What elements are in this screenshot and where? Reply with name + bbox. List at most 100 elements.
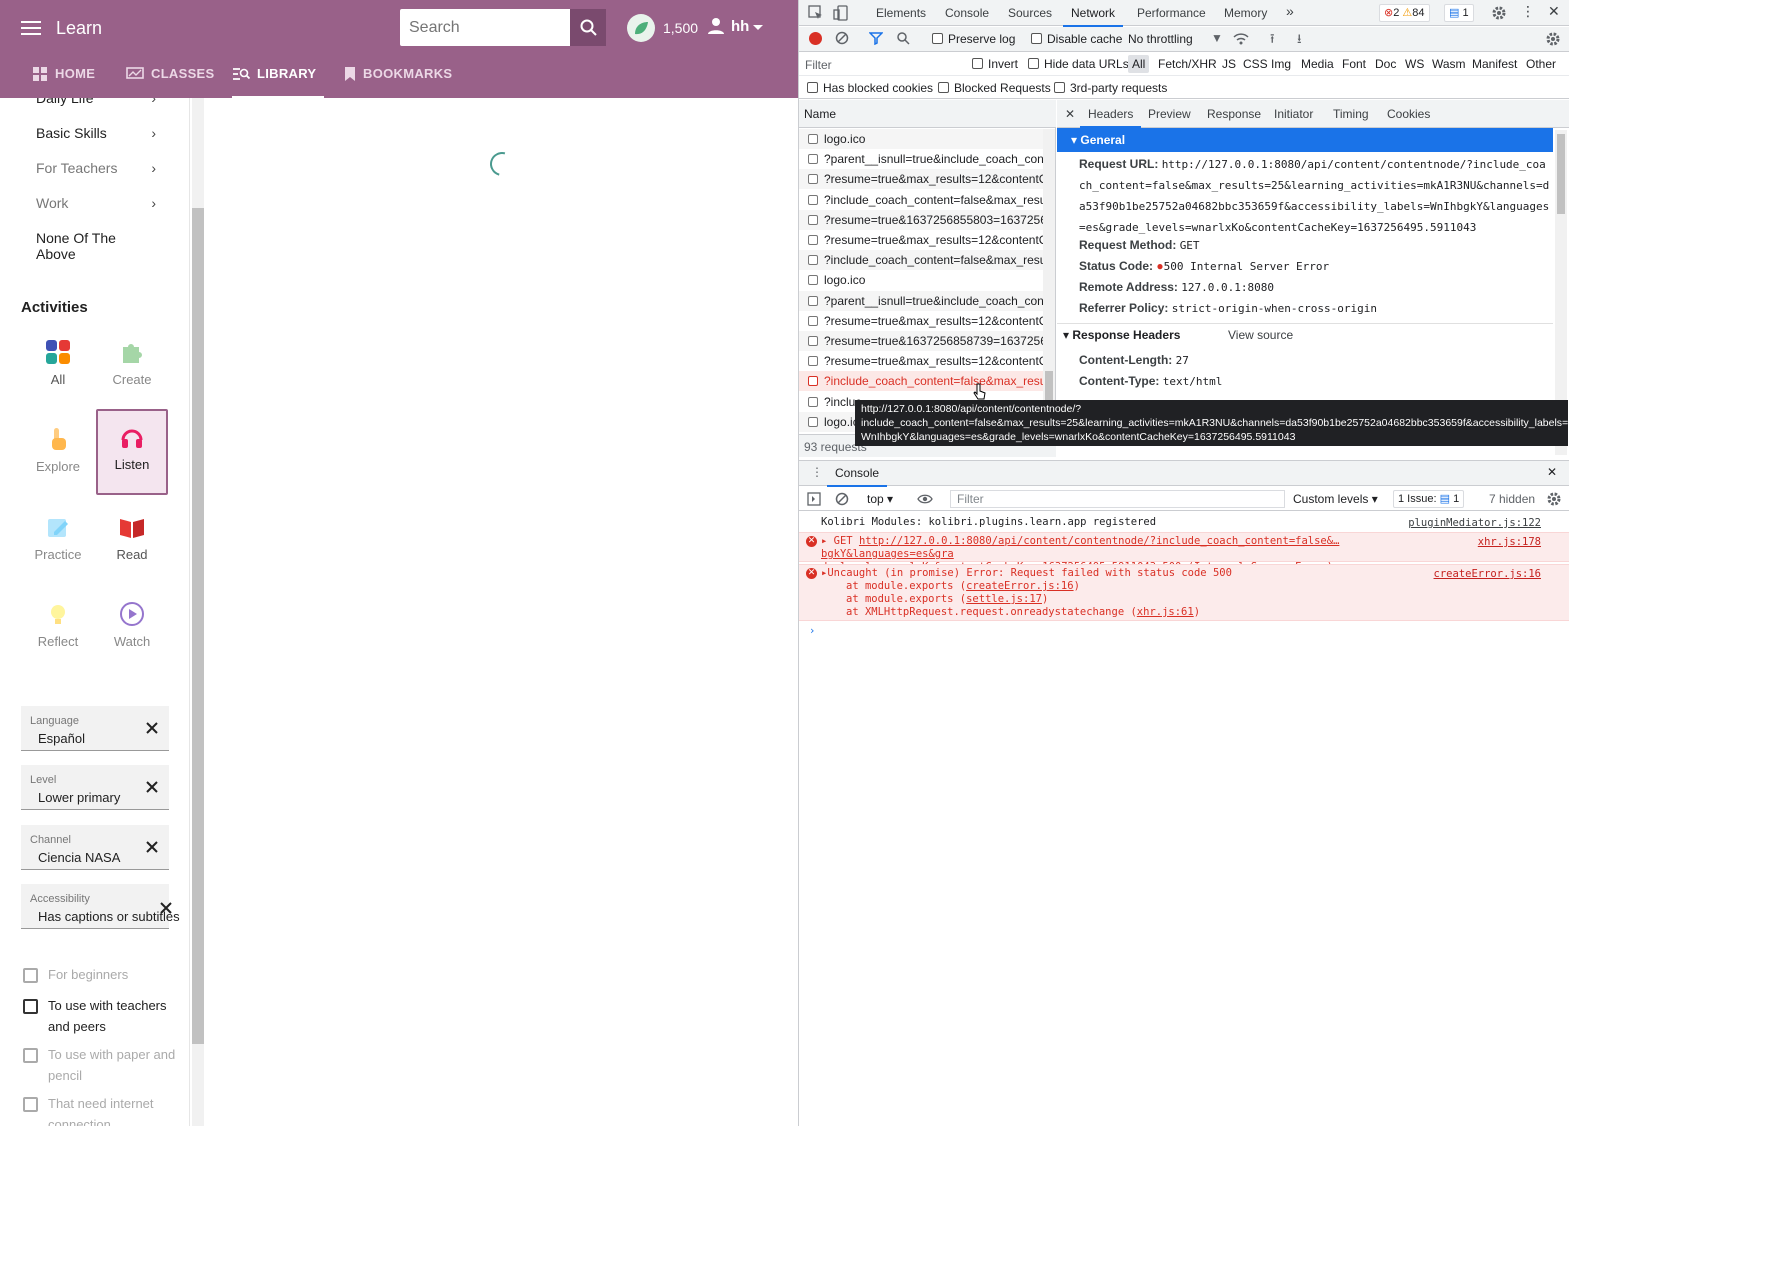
request-row[interactable]: ?resume=true&1637256858739=1637256... bbox=[799, 331, 1043, 351]
request-row-checkbox[interactable] bbox=[808, 376, 818, 387]
console-context-select[interactable]: top ▾ bbox=[867, 492, 893, 506]
activity-watch[interactable]: Watch bbox=[96, 588, 168, 674]
request-row[interactable]: ?resume=true&1637256855803=1637256... bbox=[799, 209, 1043, 230]
request-row-checkbox[interactable] bbox=[808, 134, 818, 144]
request-url-link[interactable]: http://127.0.0.1:8080/api/content/conten… bbox=[821, 535, 1339, 560]
more-tabs-icon[interactable]: » bbox=[1286, 3, 1294, 19]
close-devtools-icon[interactable]: ✕ bbox=[1548, 3, 1560, 20]
request-row[interactable]: ?resume=true&max_results=12&contentC... bbox=[799, 169, 1043, 190]
request-row-checkbox[interactable] bbox=[808, 416, 818, 427]
sidebar-scrollbar[interactable] bbox=[192, 98, 204, 1126]
language-filter[interactable]: Language Español bbox=[21, 706, 169, 751]
tab-initiator[interactable]: Initiator bbox=[1274, 107, 1313, 121]
clear-level-icon[interactable] bbox=[145, 780, 159, 794]
close-drawer-icon[interactable]: ✕ bbox=[1547, 465, 1557, 479]
category-basic-skills[interactable]: Basic Skills › bbox=[36, 125, 156, 141]
search-input[interactable] bbox=[400, 9, 570, 46]
hide-data-urls-checkbox[interactable] bbox=[1028, 58, 1039, 69]
clear-channel-icon[interactable] bbox=[145, 840, 159, 854]
activity-practice[interactable]: Practice bbox=[22, 501, 94, 587]
type-filter-doc[interactable]: Doc bbox=[1375, 57, 1396, 71]
tab-preview[interactable]: Preview bbox=[1148, 107, 1191, 121]
tab-headers[interactable]: Headers bbox=[1079, 107, 1142, 128]
type-filter-media[interactable]: Media bbox=[1301, 57, 1334, 71]
request-row[interactable]: ?resume=true&max_results=12&contentC... bbox=[799, 311, 1043, 331]
log-source-link[interactable]: xhr.js:178 bbox=[1478, 536, 1541, 549]
request-row-checkbox[interactable] bbox=[808, 255, 818, 266]
console-prompt[interactable]: › bbox=[799, 623, 1569, 639]
request-row-checkbox[interactable] bbox=[808, 396, 818, 407]
checkbox-for-beginners[interactable] bbox=[23, 968, 38, 983]
console-issues-badge[interactable]: 1 Issue: ▤ 1 bbox=[1393, 490, 1465, 508]
close-detail-icon[interactable]: ✕ bbox=[1065, 107, 1075, 121]
custom-levels-select[interactable]: Custom levels ▾ bbox=[1293, 492, 1378, 506]
request-row[interactable]: ?include_coach_content=false&max_result.… bbox=[799, 190, 1043, 210]
clear-language-icon[interactable] bbox=[145, 721, 159, 735]
view-source-link[interactable]: View source bbox=[1228, 328, 1293, 342]
clear-icon[interactable] bbox=[835, 31, 849, 45]
request-row[interactable]: ?resume=true&max_results=12&contentC... bbox=[799, 351, 1043, 371]
throttling-select[interactable]: No throttling bbox=[1128, 32, 1193, 46]
clear-console-icon[interactable] bbox=[835, 492, 849, 506]
tab-sources[interactable]: Sources bbox=[1008, 6, 1052, 20]
name-column-header[interactable]: Name bbox=[799, 100, 1056, 128]
request-row-checkbox[interactable] bbox=[808, 214, 818, 225]
tab-cookies[interactable]: Cookies bbox=[1387, 107, 1430, 121]
record-icon[interactable] bbox=[809, 32, 822, 45]
type-filter-other[interactable]: Other bbox=[1526, 57, 1556, 71]
console-filter-input[interactable]: Filter bbox=[950, 490, 1285, 508]
kebab-menu-icon[interactable]: ⋮ bbox=[1521, 3, 1535, 20]
type-filter-js[interactable]: JS bbox=[1222, 57, 1236, 71]
request-row[interactable]: logo.ico bbox=[799, 270, 1043, 290]
request-row-checkbox[interactable] bbox=[808, 295, 818, 306]
console-settings-icon[interactable] bbox=[1546, 491, 1562, 507]
checkbox-paper-and-pencil[interactable] bbox=[23, 1048, 38, 1063]
request-row-checkbox[interactable] bbox=[808, 154, 818, 165]
request-row[interactable]: ?resume=true&max_results=12&contentC... bbox=[799, 230, 1043, 250]
detail-scrollbar-thumb[interactable] bbox=[1557, 134, 1565, 214]
tab-elements[interactable]: Elements bbox=[876, 6, 926, 20]
log-source-link[interactable]: pluginMediator.js:122 bbox=[1408, 517, 1541, 530]
type-filter-manifest[interactable]: Manifest bbox=[1472, 57, 1517, 71]
request-row-checkbox[interactable] bbox=[808, 315, 818, 326]
network-conditions-icon[interactable] bbox=[1233, 32, 1249, 46]
type-filter-font[interactable]: Font bbox=[1342, 57, 1366, 71]
activity-reflect[interactable]: Reflect bbox=[22, 588, 94, 674]
eye-icon[interactable] bbox=[917, 492, 933, 506]
issues-badge[interactable]: ▤ 1 bbox=[1444, 4, 1474, 22]
category-daily-life[interactable]: Daily Life › bbox=[36, 98, 156, 106]
log-source-link[interactable]: createError.js:16 bbox=[1434, 568, 1541, 581]
sidebar-scrollbar-thumb[interactable] bbox=[192, 208, 204, 1044]
has-blocked-cookies-checkbox[interactable] bbox=[807, 82, 818, 93]
request-list-scrollbar[interactable] bbox=[1043, 129, 1055, 434]
level-filter[interactable]: Level Lower primary bbox=[21, 765, 169, 810]
tab-classes[interactable]: CLASSES bbox=[126, 66, 215, 98]
stack-frame-link[interactable]: createError.js:16 bbox=[966, 580, 1073, 592]
network-settings-icon[interactable] bbox=[1545, 31, 1561, 47]
category-for-teachers[interactable]: For Teachers › bbox=[36, 160, 156, 176]
menu-icon[interactable] bbox=[21, 18, 41, 38]
type-filter-img[interactable]: Img bbox=[1271, 57, 1291, 71]
channel-filter[interactable]: Channel Ciencia NASA bbox=[21, 825, 169, 870]
request-row-checkbox[interactable] bbox=[808, 356, 818, 367]
type-filter-fetch-xhr[interactable]: Fetch/XHR bbox=[1158, 57, 1217, 71]
tab-bookmarks[interactable]: BOOKMARKS bbox=[344, 66, 452, 98]
network-filter-input[interactable]: Filter bbox=[805, 58, 832, 72]
request-row-checkbox[interactable] bbox=[808, 194, 818, 205]
request-row-checkbox[interactable] bbox=[808, 275, 818, 286]
tab-home[interactable]: HOME bbox=[32, 66, 95, 98]
request-row-checkbox[interactable] bbox=[808, 336, 818, 346]
caret-down-icon[interactable] bbox=[753, 25, 763, 30]
invert-checkbox[interactable] bbox=[972, 58, 983, 69]
type-filter-wasm[interactable]: Wasm bbox=[1432, 57, 1466, 71]
user-menu[interactable]: hh bbox=[731, 18, 749, 35]
request-row[interactable]: ?include_coach_content=false&max_result.… bbox=[799, 250, 1043, 271]
stack-frame-link[interactable]: xhr.js:61 bbox=[1137, 606, 1194, 618]
tab-performance[interactable]: Performance bbox=[1137, 6, 1206, 20]
import-har-icon[interactable]: ⭱ bbox=[1270, 30, 1275, 52]
activity-create[interactable]: Create bbox=[96, 326, 168, 412]
error-warning-badge[interactable]: ⊗2 ⚠84 bbox=[1379, 4, 1430, 22]
user-icon[interactable] bbox=[707, 17, 725, 35]
type-filter-css[interactable]: CSS bbox=[1243, 57, 1268, 71]
device-toolbar-icon[interactable] bbox=[833, 5, 849, 21]
